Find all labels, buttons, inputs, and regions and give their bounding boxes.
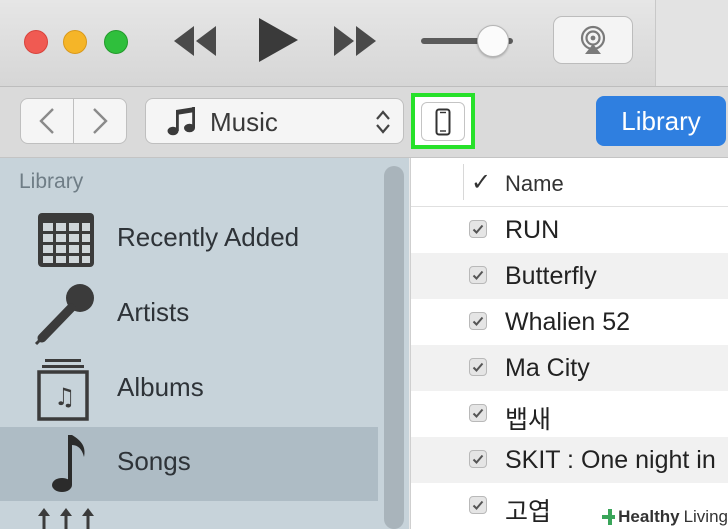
- chevron-left-icon: [39, 108, 54, 134]
- title-bar: [0, 0, 728, 87]
- device-button-highlight: [411, 93, 475, 149]
- song-title: Whalien 52: [505, 308, 631, 336]
- chevron-right-icon: [93, 108, 108, 134]
- rewind-icon[interactable]: [172, 24, 220, 58]
- watermark-suffix: Living: [683, 507, 728, 526]
- minimize-window-button[interactable]: [63, 30, 87, 54]
- sidebar: Library Recently Added Artists ♫ Albums …: [0, 158, 409, 529]
- watermark-brand: Healthy: [618, 507, 680, 526]
- sidebar-item-label: Albums: [117, 372, 204, 402]
- table-row[interactable]: SKIT : One night in: [411, 437, 728, 483]
- checkmark-icon: [472, 362, 484, 372]
- iphone-icon: [435, 108, 451, 135]
- checkmark-icon: [472, 454, 484, 464]
- music-note-icon: [52, 435, 85, 492]
- table-row[interactable]: Butterfly: [411, 253, 728, 299]
- airplay-button[interactable]: [553, 16, 633, 64]
- plus-leaf-icon: [602, 509, 616, 525]
- song-title: Butterfly: [505, 262, 597, 290]
- airplay-icon: [580, 25, 606, 54]
- song-checkbox[interactable]: [469, 266, 487, 284]
- watermark: Healthy Living: [597, 505, 728, 529]
- column-divider: [463, 164, 464, 200]
- song-title: 뱁새: [505, 406, 552, 434]
- svg-text:♫: ♫: [54, 383, 76, 411]
- list-header: ✓ Name: [411, 158, 728, 207]
- song-checkbox[interactable]: [469, 404, 487, 422]
- sidebar-item-albums[interactable]: ♫ Albums: [0, 353, 378, 427]
- music-note-icon: [167, 107, 195, 136]
- device-button[interactable]: [421, 102, 465, 141]
- title-bar-right-panel: [655, 0, 728, 86]
- checkmark-icon: [472, 500, 484, 510]
- updown-chevron-icon: [376, 110, 390, 134]
- checkmark-icon: [472, 270, 484, 280]
- fast-forward-icon[interactable]: [332, 24, 380, 58]
- media-type-select[interactable]: Music: [145, 98, 404, 144]
- song-title: SKIT : One night in: [505, 446, 716, 474]
- song-checkbox[interactable]: [469, 312, 487, 330]
- song-checkbox[interactable]: [469, 220, 487, 238]
- song-title: RUN: [505, 216, 560, 244]
- zoom-window-button[interactable]: [104, 30, 128, 54]
- sidebar-item-songs[interactable]: Songs: [0, 427, 378, 501]
- song-title: 고엽: [505, 498, 552, 526]
- song-checkbox[interactable]: [469, 496, 487, 514]
- library-button[interactable]: Library: [596, 96, 726, 146]
- microphone-icon: [34, 284, 94, 346]
- sidebar-item-label: Recently Added: [117, 222, 300, 252]
- volume-knob[interactable]: [477, 25, 509, 57]
- name-column-header[interactable]: Name: [505, 171, 564, 197]
- toolbar: Music Library: [0, 87, 728, 158]
- table-row[interactable]: Ma City: [411, 345, 728, 391]
- song-title: Ma City: [505, 354, 590, 382]
- forward-button[interactable]: [73, 98, 127, 144]
- sidebar-item-recently-added[interactable]: Recently Added: [0, 203, 378, 277]
- table-row[interactable]: Whalien 52: [411, 299, 728, 345]
- table-row[interactable]: RUN: [411, 207, 728, 253]
- media-type-label: Music: [210, 107, 278, 137]
- genres-icon: [38, 508, 94, 529]
- close-window-button[interactable]: [24, 30, 48, 54]
- sidebar-item-label: Songs: [117, 446, 191, 476]
- song-list: ✓ Name RUN Butterfly Whalien 52 Ma City …: [410, 158, 728, 529]
- check-column-header[interactable]: ✓: [471, 168, 491, 197]
- sidebar-scrollbar[interactable]: [384, 166, 404, 529]
- table-row[interactable]: 뱁새: [411, 391, 728, 437]
- song-checkbox[interactable]: [469, 358, 487, 376]
- back-button[interactable]: [20, 98, 74, 144]
- checkmark-icon: [472, 224, 484, 234]
- checkmark-icon: [472, 408, 484, 418]
- sidebar-item-artists[interactable]: Artists: [0, 278, 378, 352]
- calendar-grid-icon: [38, 213, 94, 267]
- play-icon[interactable]: [256, 16, 300, 64]
- sidebar-heading: Library: [19, 170, 84, 193]
- sidebar-item-label: Artists: [117, 297, 190, 327]
- song-checkbox[interactable]: [469, 450, 487, 468]
- checkmark-icon: [472, 316, 484, 326]
- album-stack-icon: ♫: [37, 359, 89, 421]
